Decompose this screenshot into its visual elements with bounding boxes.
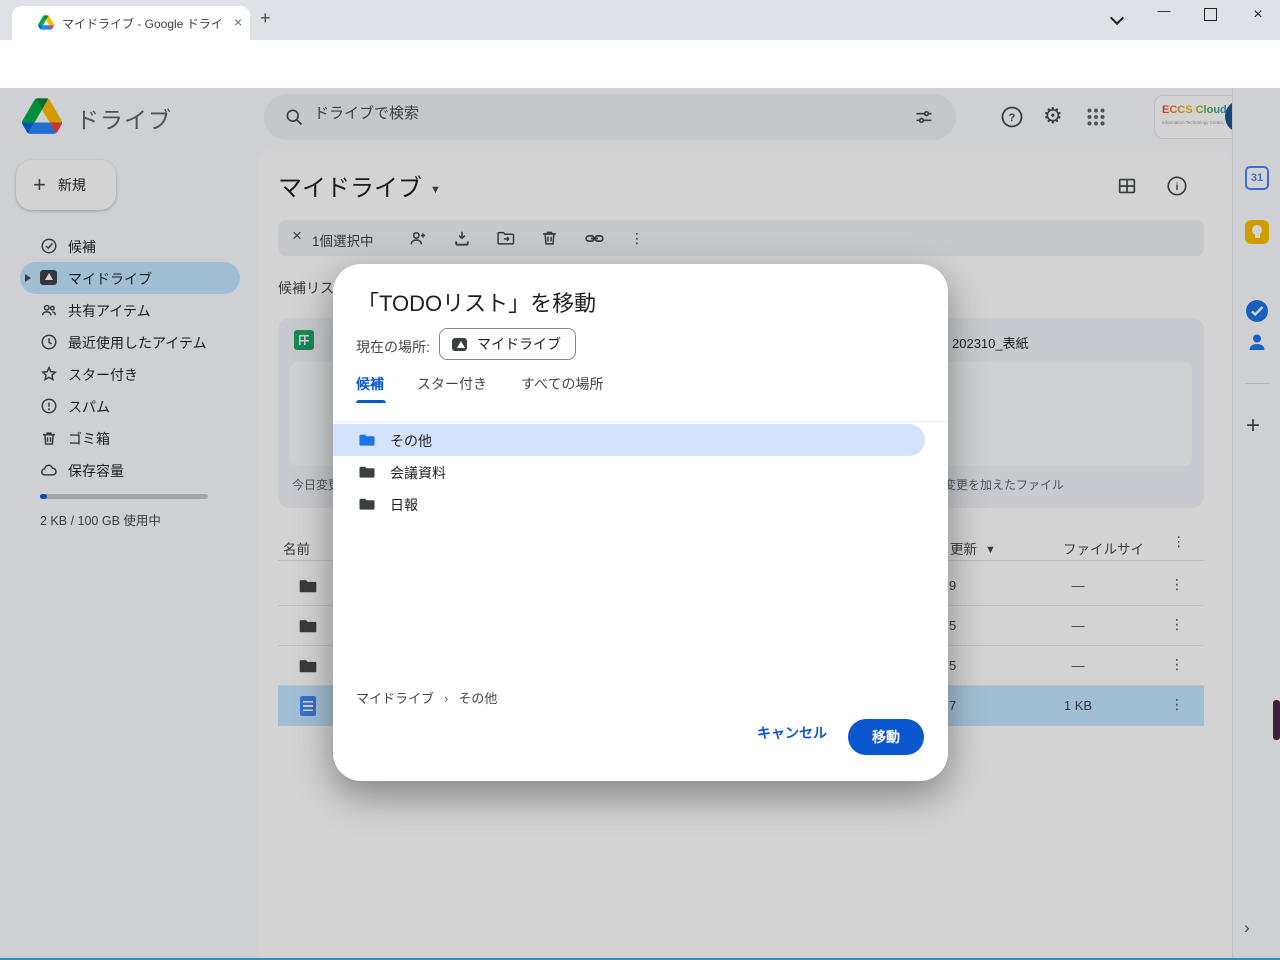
tab-search-icon[interactable] [1112, 13, 1122, 23]
breadcrumb-root[interactable]: マイドライブ [356, 691, 434, 706]
tab-close-icon[interactable]: × [234, 14, 242, 30]
folder-icon [358, 463, 376, 481]
current-location-label: 現在の場所: [356, 337, 430, 357]
folder-icon [358, 495, 376, 513]
move-dialog: 「TODOリスト」を移動 現在の場所: マイドライブ 候補 スター付き すべての… [333, 264, 948, 781]
cancel-button[interactable]: キャンセル [757, 723, 827, 743]
minimize-button[interactable]: — [1152, 3, 1176, 18]
folder-icon [358, 431, 376, 449]
breadcrumb-chevron-icon: › [444, 691, 448, 706]
browser-window: マイドライブ - Google ドライブ × + — × ← → ⟳ drive… [0, 0, 1280, 960]
dialog-tab-all-locations[interactable]: すべての場所 [521, 374, 603, 394]
browser-tab[interactable]: マイドライブ - Google ドライブ × [12, 6, 250, 40]
dialog-folder-row[interactable]: 日報 [333, 488, 925, 520]
dialog-tab-starred[interactable]: スター付き [417, 374, 487, 394]
close-button[interactable]: × [1246, 6, 1270, 24]
dialog-title: 「TODOリスト」を移動 [357, 286, 596, 318]
dialog-divider [333, 421, 948, 422]
browser-titlebar: マイドライブ - Google ドライブ × + — × [0, 0, 1280, 40]
breadcrumb-current[interactable]: その他 [458, 691, 497, 706]
dialog-folder-row[interactable]: 会議資料 [333, 456, 925, 488]
current-location-chip[interactable]: マイドライブ [439, 328, 576, 360]
drive-favicon [38, 15, 54, 30]
browser-toolbar: ← → ⟳ drive.google.com/drive/my-drive ☆ … [0, 40, 1280, 88]
tab-title: マイドライブ - Google ドライブ [62, 15, 222, 32]
move-button[interactable]: 移動 [848, 719, 924, 755]
dialog-tab-suggested[interactable]: 候補 [356, 374, 384, 394]
my-drive-icon [452, 338, 467, 351]
dialog-breadcrumb: マイドライブ › その他 [356, 688, 497, 707]
active-tab-underline [356, 400, 386, 403]
dialog-folder-row-selected[interactable]: その他 [333, 424, 925, 456]
scrollbar-thumb[interactable] [1273, 700, 1280, 740]
maximize-button[interactable] [1204, 8, 1217, 21]
new-tab-button[interactable]: + [260, 8, 271, 29]
